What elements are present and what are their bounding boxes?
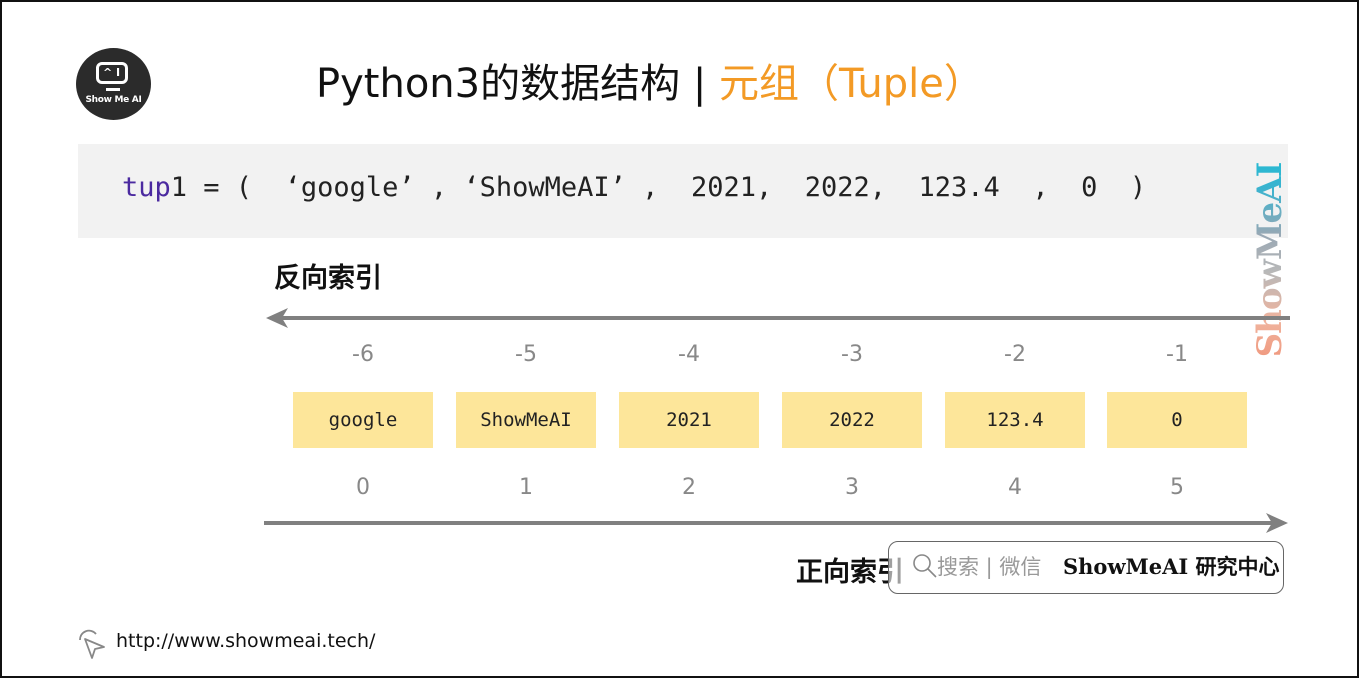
tuple-element-value: 2022 [829,409,875,431]
showmeai-logo: ^ I Show Me AI [76,48,151,120]
page-title: Python3的数据结构 | 元组（Tuple） [316,56,984,112]
reverse-index-value: -1 [1166,342,1188,367]
tuple-element-cell: 0 [1107,392,1247,448]
robot-screen-icon: ^ I [96,62,128,84]
forward-index-value: 2 [682,475,696,500]
robot-stand-icon [106,88,120,91]
reverse-arrow-icon [266,308,1290,328]
tuple-element-cell: 2022 [782,392,922,448]
watermark: ShowMeAI [1250,140,1290,380]
code-line: tup1 = ( ‘google’ , ‘ShowMeAI’ , 2021, 2… [122,168,1146,208]
brand-cn: 研究中心 [1188,555,1280,579]
tuple-element-value: google [328,409,398,431]
tuple-element-value: 0 [1171,409,1183,431]
code-rest: 1 = ( ‘google’ , ‘ShowMeAI’ , 2021, 2022… [170,172,1147,203]
tuple-element-value: 2021 [666,409,712,431]
forward-arrow-icon [264,513,1288,533]
reverse-index-value: -3 [841,342,863,367]
tuple-element-cell: ShowMeAI [456,392,596,448]
brand-latin: ShowMeAI [1063,554,1189,579]
search-prefix-text: 搜索 | 微信 [937,555,1042,579]
title-main: Python3的数据结构 | [316,61,720,107]
forward-index-value: 1 [519,475,533,500]
footer-url-link[interactable]: http://www.showmeai.tech/ [116,628,375,654]
forward-index-value: 0 [356,475,370,500]
tuple-element-cell: 123.4 [945,392,1085,448]
reverse-index-label: 反向索引 [274,263,382,294]
tuple-element-cell: google [293,392,433,448]
cursor-click-icon [79,629,105,659]
tuple-element-cell: 2021 [619,392,759,448]
reverse-index-value: -6 [352,342,374,367]
search-icon [913,554,937,578]
reverse-index-value: -5 [515,342,537,367]
logo-text: Show Me AI [85,95,142,105]
code-variable-keyword: tup [122,172,171,203]
reverse-index-value: -4 [678,342,700,367]
search-brand-text: ShowMeAI 研究中心 [1063,552,1280,582]
forward-index-value: 5 [1170,475,1184,500]
logo-screen-glyph: ^ I [103,66,121,79]
wechat-search-badge: 搜索 | 微信 ShowMeAI 研究中心 [888,541,1284,594]
reverse-index-value: -2 [1004,342,1026,367]
forward-index-value: 4 [1008,475,1022,500]
tuple-element-value: 123.4 [986,409,1044,431]
forward-index-value: 3 [845,475,859,500]
title-accent: 元组（Tuple） [719,61,984,107]
watermark-text: ShowMeAI [1250,140,1290,380]
tuple-element-value: ShowMeAI [480,409,572,431]
